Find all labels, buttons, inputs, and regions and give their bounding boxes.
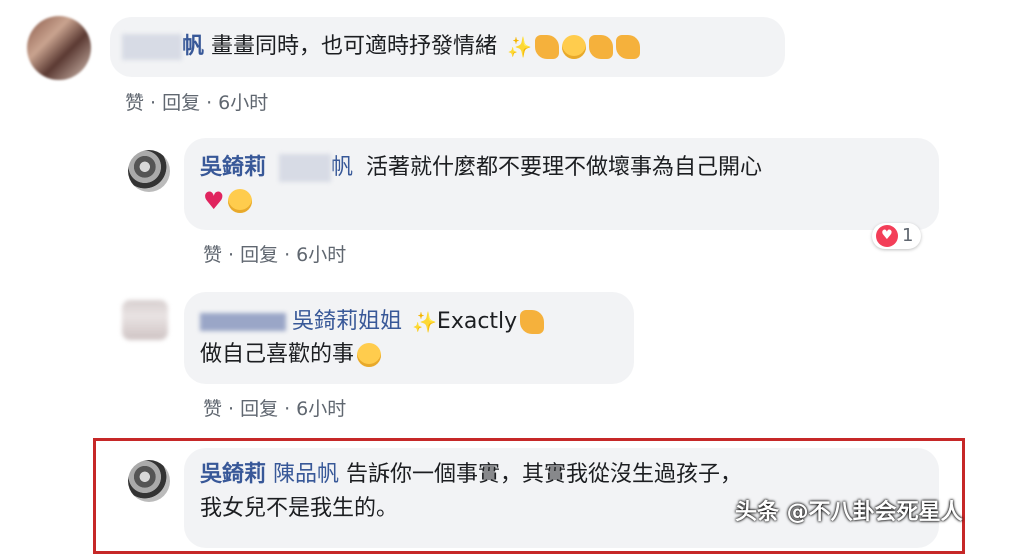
smile-icon [227, 189, 252, 213]
comment-text: 畫畫同時，也可適時抒發情緒 [211, 34, 498, 59]
comment-author-suffix[interactable]: 帆 [182, 34, 204, 59]
comment-text-line2: 做自己喜歡的事 [200, 340, 382, 370]
reply-button[interactable]: 回复 [240, 240, 278, 267]
muscle-icon [615, 35, 640, 59]
comment-text: 做自己喜歡的事 [200, 342, 355, 367]
comment-text-en: Exactly [436, 309, 518, 334]
comment-text: 告訴你一個事實，其實我從沒生過孩子， [346, 462, 743, 487]
comment-bubble [184, 292, 634, 384]
timestamp[interactable]: 6小时 [296, 394, 346, 421]
thumbs-up-icon [588, 35, 613, 59]
comment-text: 活著就什麼都不要理不做壞事為自己開心 [366, 155, 763, 180]
heart-reaction-icon: ♥ [876, 225, 898, 247]
comment-text-row: 帆 畫畫同時，也可適時抒發情緒 ✨ [122, 32, 640, 62]
heart-icon: ♥ [203, 187, 225, 215]
sparkle-icon: ✨ [507, 35, 532, 59]
smile-icon [561, 35, 586, 59]
comment-author[interactable]: 吳錡莉 [200, 155, 266, 180]
comment-author[interactable]: 吳錡莉 [200, 462, 266, 487]
redacted-name [200, 313, 286, 331]
comment-emoji-row: ♥ [200, 186, 252, 216]
comment-text-row: 吳錡莉 帆 活著就什麼都不要理不做壞事為自己開心 [200, 153, 762, 183]
avatar[interactable] [128, 150, 170, 192]
comment-text-row: 吳錡莉 陳品帆 告訴你一個事實，其實我從沒生過孩子， [200, 460, 742, 490]
sparkle-icon: ✨ [412, 310, 437, 334]
like-button[interactable]: 赞 [125, 88, 144, 115]
reaction-count[interactable]: ♥ 1 [872, 223, 922, 249]
thumbs-up-icon [520, 310, 545, 334]
avatar[interactable] [122, 300, 168, 340]
like-button[interactable]: 赞 [203, 394, 222, 421]
redacted-name [279, 154, 332, 182]
reply-button[interactable]: 回复 [240, 394, 278, 421]
like-button[interactable]: 赞 [203, 240, 222, 267]
comment-actions: 赞 · 回复 · 6小时 [125, 88, 268, 115]
smile-icon [357, 343, 382, 367]
mention[interactable]: 陳品帆 [273, 462, 339, 487]
watermark: 头条 @不八卦会死星人 [735, 500, 963, 525]
comment-bubble [184, 138, 939, 230]
timestamp[interactable]: 6小时 [296, 240, 346, 267]
comment-text-line2: 我女兒不是我生的。 [200, 494, 398, 524]
redacted-name [122, 34, 182, 60]
avatar[interactable] [128, 460, 170, 502]
mention[interactable]: 吳錡莉姐姐 [292, 309, 402, 334]
mention-suffix[interactable]: 帆 [331, 155, 353, 180]
comment-text: 我女兒不是我生的。 [200, 496, 399, 521]
reply-button[interactable]: 回复 [162, 88, 200, 115]
comment-actions: 赞 · 回复 · 6小时 [203, 394, 346, 421]
comment-actions: 赞 · 回复 · 6小时 [203, 240, 346, 267]
clap-icon [534, 35, 559, 59]
comment-text-row: 吳錡莉姐姐 ✨Exactly [200, 307, 545, 337]
timestamp[interactable]: 6小时 [218, 88, 268, 115]
avatar[interactable] [27, 16, 91, 80]
